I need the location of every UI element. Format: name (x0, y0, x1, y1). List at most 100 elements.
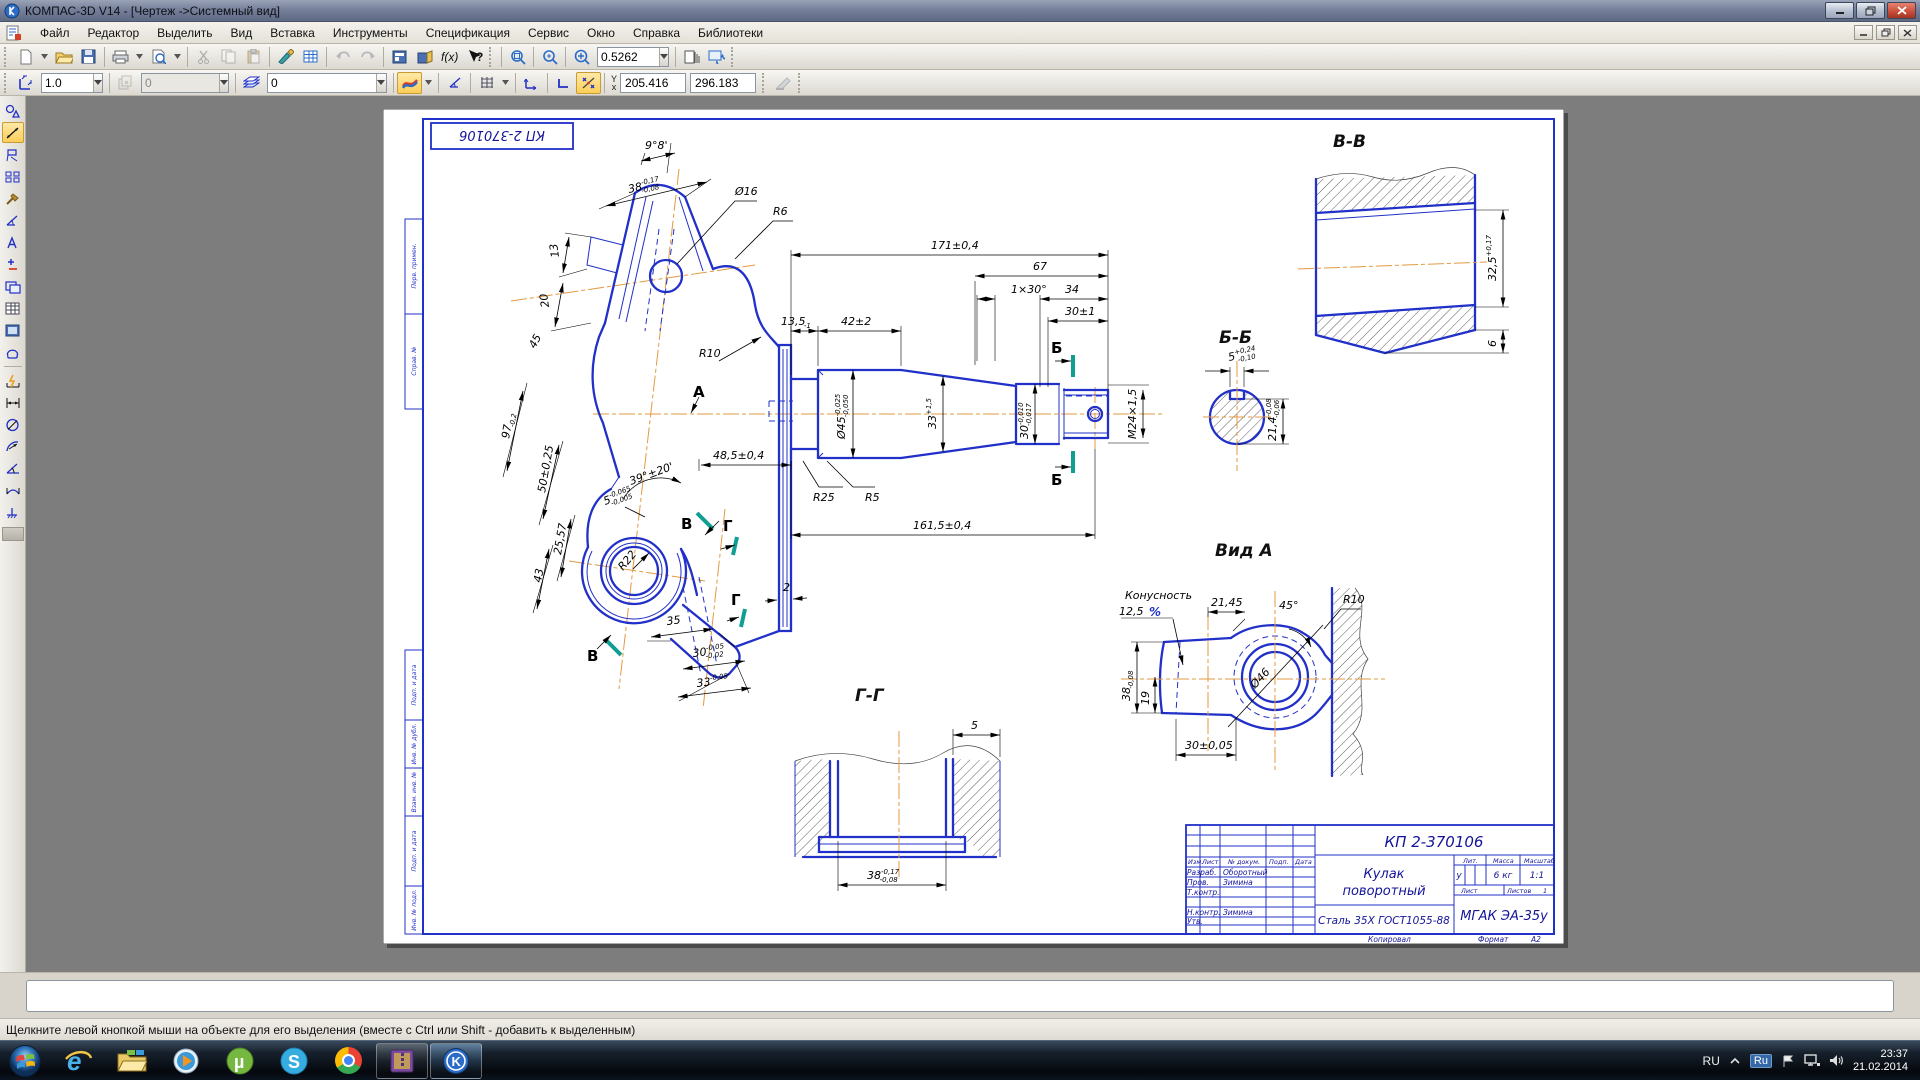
radial-dimension-tool[interactable] (2, 436, 24, 457)
context-help-button[interactable]: ? (462, 46, 487, 68)
arc-dimension-tool[interactable] (2, 480, 24, 501)
paste-button[interactable] (241, 46, 266, 68)
dim-34[interactable]: 34 (1065, 283, 1079, 296)
copy-button[interactable] (216, 46, 241, 68)
dim-43[interactable]: 43 (531, 567, 546, 583)
dim-gg38[interactable]: 38-0,17-0,08 (867, 868, 900, 884)
zoom-area-button[interactable] (505, 46, 530, 68)
view-tool[interactable] (2, 276, 24, 297)
taskbar-explorer[interactable] (106, 1043, 158, 1079)
clock[interactable]: 23:37 21.02.2014 (1853, 1048, 1908, 1074)
clear-background-button[interactable] (771, 72, 796, 94)
zoom-pan-button[interactable] (537, 46, 562, 68)
redo-button[interactable] (355, 46, 380, 68)
menu-tools[interactable]: Инструменты (324, 24, 417, 42)
dim-30pm1[interactable]: 30±1 (1065, 305, 1095, 318)
grid-dropdown[interactable] (499, 72, 512, 94)
start-button[interactable] (6, 1042, 44, 1080)
show-all-button[interactable] (679, 46, 704, 68)
dim-13[interactable]: 13 (547, 243, 562, 259)
taskbar-skype[interactable]: S (268, 1043, 320, 1079)
library-manager-button[interactable] (412, 46, 437, 68)
print-dropdown[interactable] (133, 46, 146, 68)
menu-window[interactable]: Окно (578, 24, 624, 42)
ortho-button[interactable] (551, 72, 576, 94)
designation-tool[interactable] (2, 144, 24, 165)
panel-scroll[interactable] (2, 527, 24, 541)
spec-edit-tool[interactable] (2, 254, 24, 275)
dim-67[interactable]: 67 (1033, 260, 1047, 273)
menu-specification[interactable]: Спецификация (417, 24, 519, 42)
hidden-icons-arrow[interactable] (1729, 1057, 1741, 1065)
dim-42[interactable]: 42±2 (841, 315, 871, 328)
open-button[interactable] (51, 46, 76, 68)
selection-tool[interactable] (2, 232, 24, 253)
step-value[interactable] (42, 76, 93, 90)
cut-button[interactable] (191, 46, 216, 68)
menu-libraries[interactable]: Библиотеки (689, 24, 772, 42)
label-v2[interactable]: В (587, 647, 598, 665)
taskbar-utorrent[interactable]: µ (214, 1043, 266, 1079)
refresh-view-button[interactable] (704, 46, 729, 68)
angle-snap-button[interactable] (442, 72, 467, 94)
diameter-dimension-tool[interactable] (2, 414, 24, 435)
dim-45-shaft[interactable]: Ø45-0,025-0,050 (834, 393, 850, 440)
taskbar-chrome[interactable] (322, 1043, 374, 1079)
grid-button[interactable] (474, 72, 499, 94)
line-style-dropdown[interactable] (422, 72, 435, 94)
mdi-minimize-button[interactable] (1854, 25, 1873, 40)
taskbar-wmp[interactable] (160, 1043, 212, 1079)
dim-taper-label[interactable]: Конусность (1125, 589, 1192, 602)
copies-combo[interactable] (141, 73, 229, 93)
dim-r25[interactable]: R25 (813, 491, 835, 504)
dim-6[interactable]: 6 (1486, 340, 1499, 347)
layer-dropdown[interactable] (376, 74, 386, 92)
local-csys-button[interactable] (519, 72, 544, 94)
mdi-close-button[interactable] (1898, 25, 1917, 40)
action-center-flag-icon[interactable] (1781, 1054, 1795, 1068)
language-indicator[interactable]: RU (1703, 1054, 1720, 1068)
print-button[interactable] (108, 46, 133, 68)
label-g1[interactable]: Г (723, 517, 733, 535)
line-style-button[interactable] (397, 72, 422, 94)
dim-3005[interactable]: 30±0,05 (1185, 739, 1233, 752)
label-v1[interactable]: В (681, 515, 692, 533)
dim-va-r10[interactable]: R10 (1343, 593, 1365, 606)
volume-icon[interactable] (1829, 1054, 1844, 1067)
dim-2145[interactable]: 21,45 (1211, 596, 1243, 609)
taskbar-ie[interactable]: e (52, 1043, 104, 1079)
undo-button[interactable] (330, 46, 355, 68)
copies-dropdown[interactable] (219, 74, 228, 92)
dim-19[interactable]: 19 (1139, 691, 1152, 705)
dim-135[interactable]: 13,5 -1 (781, 314, 811, 330)
coordinate-y-field[interactable] (620, 73, 686, 93)
geometry-tool[interactable] (2, 100, 24, 121)
spreadsheet-button[interactable] (298, 46, 323, 68)
auto-dimension-tool[interactable] (2, 370, 24, 391)
network-icon[interactable] (1804, 1054, 1820, 1067)
section-gg-title[interactable]: Г-Г (855, 686, 885, 706)
menu-file[interactable]: Файл (31, 24, 79, 42)
dim-r10[interactable]: R10 (699, 347, 721, 360)
dim-r5[interactable]: R5 (865, 491, 880, 504)
menu-service[interactable]: Сервис (519, 24, 578, 42)
snaps-button[interactable] (576, 72, 601, 94)
toolbar-grip[interactable] (4, 47, 9, 67)
label-a[interactable]: А (693, 383, 705, 401)
dim-171[interactable]: 171±0,4 (931, 239, 979, 252)
dim-angle-9-8[interactable]: 9°8' (645, 139, 668, 152)
preview-dropdown[interactable] (171, 46, 184, 68)
dim-2[interactable]: 2 (783, 581, 790, 594)
angular-dimension-tool[interactable] (2, 458, 24, 479)
label-b1[interactable]: Б (1051, 339, 1062, 357)
zoom-scale-dropdown[interactable] (659, 48, 668, 66)
save-button[interactable] (76, 46, 101, 68)
minimize-button[interactable] (1825, 2, 1854, 19)
parameterization-tool[interactable] (2, 166, 24, 187)
restore-button[interactable] (1856, 2, 1885, 19)
dim-taper-value[interactable]: 12,5 (1119, 605, 1144, 618)
label-b2[interactable]: Б (1051, 471, 1062, 489)
dimensions-tool[interactable] (2, 122, 24, 143)
copies-value[interactable] (142, 76, 219, 90)
editing-tool[interactable] (2, 188, 24, 209)
